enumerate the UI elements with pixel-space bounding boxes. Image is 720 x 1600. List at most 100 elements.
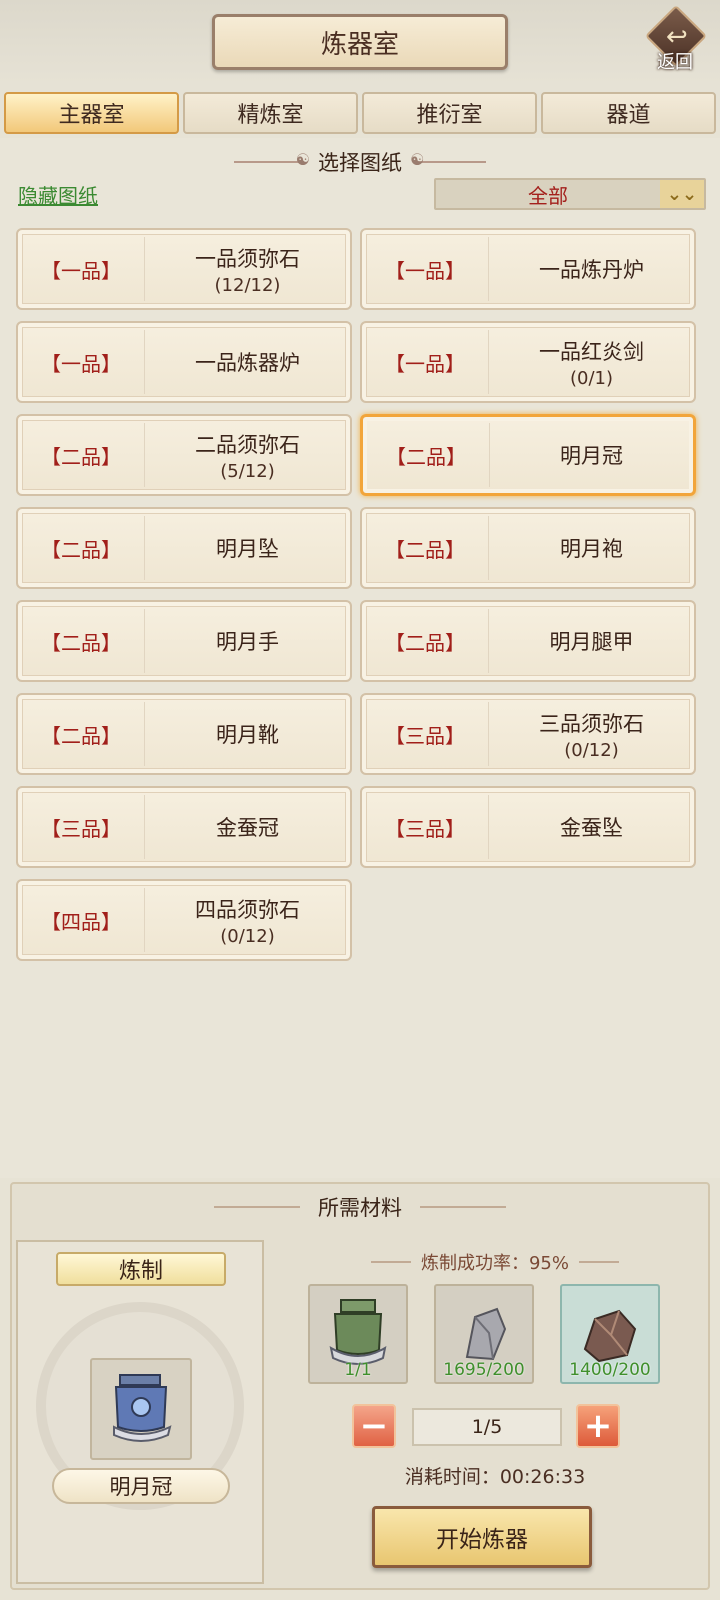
start-crafting-button[interactable]: 开始炼器: [372, 1506, 592, 1568]
blueprint-card[interactable]: 【一品】 一品炼丹炉: [360, 228, 696, 310]
room-tabs: 主器室 精炼室 推衍室 器道: [4, 92, 716, 134]
back-button-label: 返回: [657, 52, 693, 73]
blueprint-card[interactable]: 【四品】 四品须弥石 (0/12): [16, 879, 352, 961]
target-item-name: 明月冠: [52, 1468, 230, 1504]
blueprint-count: (12/12): [214, 274, 281, 296]
blueprint-grade: 【一品】: [385, 351, 465, 376]
filter-value: 全部: [528, 183, 568, 208]
blueprint-name: 明月靴: [216, 723, 279, 747]
blueprint-name: 一品红炎剑: [539, 339, 644, 364]
blueprint-grade: 【二品】: [41, 537, 121, 562]
quantity-display: 1/5: [412, 1408, 562, 1446]
yin-yang-icon: [410, 150, 486, 169]
blueprint-grade: 【一品】: [41, 258, 121, 283]
blueprint-grade: 【二品】: [41, 444, 121, 469]
time-cost: 消耗时间：00:26:33: [280, 1462, 710, 1489]
blueprint-card[interactable]: 【一品】 一品炼器炉: [16, 321, 352, 403]
chevron-down-icon: ⌄⌄: [660, 180, 704, 208]
blueprint-name: 二品须弥石: [195, 432, 300, 457]
blueprint-grade: 【三品】: [41, 816, 121, 841]
grey-stone-icon: [465, 1307, 507, 1361]
tab-label: 推衍室: [416, 103, 483, 128]
grade-filter-dropdown[interactable]: 全部 ⌄⌄: [434, 178, 706, 210]
blueprint-section-title: 选择图纸: [318, 151, 402, 175]
materials-title: 所需材料: [318, 1196, 402, 1220]
blueprint-name: 一品须弥石: [195, 246, 300, 271]
time-label: 消耗时间：: [404, 1466, 500, 1488]
blueprint-card[interactable]: 【二品】 明月腿甲: [360, 600, 696, 682]
material-qty: 1695/200: [443, 1360, 525, 1380]
blueprint-grade: 【二品】: [385, 537, 465, 562]
blueprint-name: 明月腿甲: [549, 630, 634, 654]
blueprint-card-selected[interactable]: 【二品】 明月冠: [360, 414, 696, 496]
blueprint-card[interactable]: 【二品】 明月袍: [360, 507, 696, 589]
material-slot[interactable]: 1695/200: [434, 1284, 534, 1384]
blueprint-count: (0/12): [564, 739, 619, 761]
tab-artifact-way[interactable]: 器道: [541, 92, 716, 134]
divider: [420, 1206, 506, 1208]
material-qty: 1400/200: [569, 1360, 651, 1380]
crown-helmet-icon: [113, 1374, 172, 1442]
blueprint-name: 金蚕冠: [216, 816, 279, 840]
blueprint-name: 三品须弥石: [539, 711, 644, 736]
blueprint-grade: 【二品】: [385, 630, 465, 655]
page-title-text: 炼器室: [320, 29, 399, 60]
material-qty: 1/1: [344, 1360, 372, 1380]
blueprint-name: 一品炼丹炉: [539, 258, 644, 282]
target-item-slot[interactable]: [90, 1358, 192, 1460]
blueprint-grade: 【一品】: [41, 351, 121, 376]
tab-label: 精炼室: [237, 103, 304, 128]
page-title: 炼器室: [212, 14, 508, 70]
blueprint-card[interactable]: 【三品】 金蚕冠: [16, 786, 352, 868]
blueprint-card[interactable]: 【二品】 二品须弥石 (5/12): [16, 414, 352, 496]
tab-label: 主器室: [58, 103, 125, 128]
start-crafting-label: 开始炼器: [436, 1527, 528, 1553]
tab-refine-room[interactable]: 精炼室: [183, 92, 358, 134]
divider: [370, 1261, 411, 1263]
blueprint-grade: 【三品】: [385, 723, 465, 748]
blueprint-count: (0/1): [569, 367, 613, 389]
blueprint-grade: 【一品】: [385, 258, 465, 283]
back-button[interactable]: ↩ 返回: [640, 4, 710, 78]
blueprint-grade: 【二品】: [386, 444, 466, 469]
divider: [579, 1261, 619, 1263]
materials-header: 所需材料: [0, 1190, 720, 1224]
blueprint-card[interactable]: 【一品】 一品红炎剑 (0/1): [360, 321, 696, 403]
increase-button[interactable]: +: [576, 1404, 620, 1448]
blueprint-count: (0/12): [220, 925, 275, 947]
blueprint-name: 金蚕坠: [560, 816, 623, 840]
material-slot[interactable]: 1/1: [308, 1284, 408, 1384]
blueprint-section-header: 选择图纸: [0, 145, 720, 179]
blueprint-card[interactable]: 【二品】 明月坠: [16, 507, 352, 589]
tab-derive-room[interactable]: 推衍室: [362, 92, 537, 134]
yin-yang-icon: [234, 150, 310, 169]
success-rate-text: 炼制成功率：95%: [420, 1253, 569, 1274]
tab-label: 器道: [606, 103, 651, 128]
brown-ore-icon: [583, 1309, 637, 1363]
decrease-button[interactable]: −: [352, 1404, 396, 1448]
blueprint-card[interactable]: 【二品】 明月手: [16, 600, 352, 682]
blueprint-card[interactable]: 【一品】 一品须弥石 (12/12): [16, 228, 352, 310]
hide-blueprints-link[interactable]: 隐藏图纸: [18, 180, 98, 209]
material-slot-rare[interactable]: 1400/200: [560, 1284, 660, 1384]
blueprint-name: 四品须弥石: [195, 897, 300, 922]
blueprint-count: (5/12): [220, 460, 275, 482]
blueprint-card[interactable]: 【三品】 三品须弥石 (0/12): [360, 693, 696, 775]
blueprint-grade: 【三品】: [385, 816, 465, 841]
blueprint-card[interactable]: 【二品】 明月靴: [16, 693, 352, 775]
minus-icon: −: [359, 1406, 389, 1446]
blueprint-name: 明月坠: [216, 537, 279, 561]
time-value: 00:26:33: [499, 1466, 586, 1488]
tab-main-room[interactable]: 主器室: [4, 92, 179, 134]
blueprint-grade: 【四品】: [41, 909, 121, 934]
blueprint-name: 明月冠: [560, 444, 623, 468]
success-rate: 炼制成功率：95%: [280, 1248, 710, 1276]
plus-icon: +: [583, 1406, 613, 1446]
craft-label: 炼制: [56, 1252, 226, 1286]
blueprint-card[interactable]: 【三品】 金蚕坠: [360, 786, 696, 868]
blueprint-name: 一品炼器炉: [195, 351, 300, 375]
blueprint-name: 明月手: [216, 630, 279, 654]
blueprint-grade: 【二品】: [41, 630, 121, 655]
blueprint-grade: 【二品】: [41, 723, 121, 748]
divider: [214, 1206, 300, 1208]
